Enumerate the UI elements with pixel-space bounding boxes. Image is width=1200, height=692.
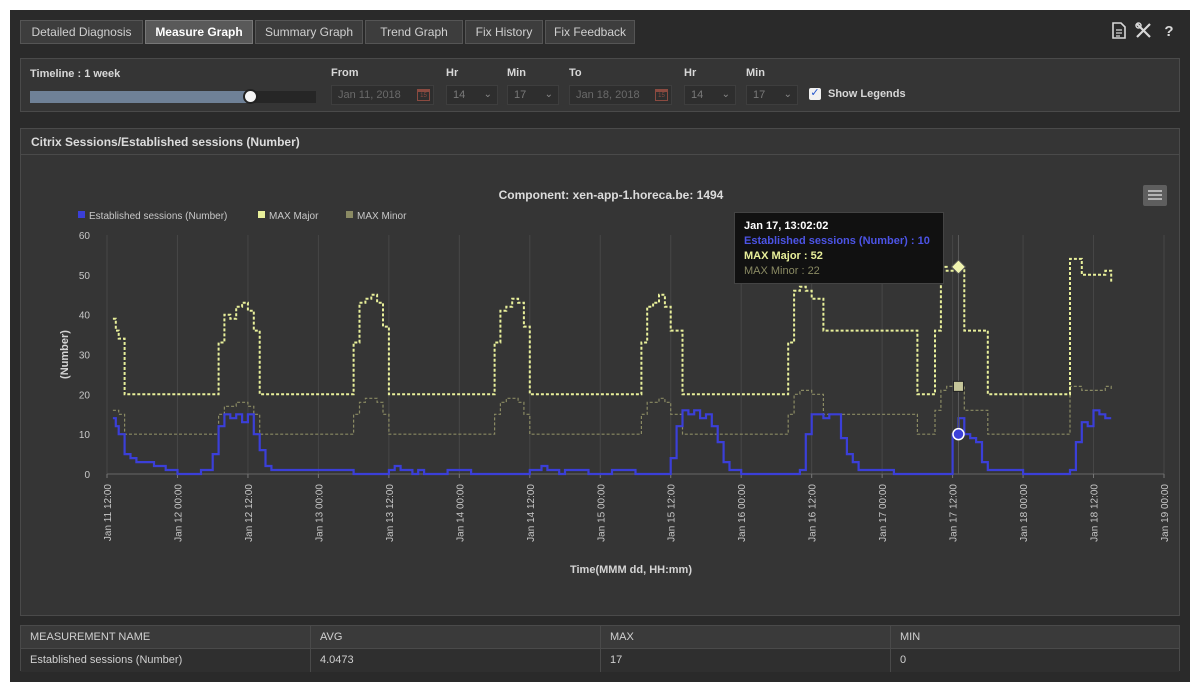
from-hour-select[interactable]: 14 ⌄	[446, 85, 498, 105]
tooltip-title: Jan 17, 13:02:02	[744, 220, 829, 232]
from-minute-value: 17	[514, 89, 527, 101]
y-tick-label: 20	[79, 390, 91, 401]
x-tick-label: Jan 16 00:00	[737, 484, 748, 542]
series-line-max-major	[112, 257, 1113, 396]
column-header: MEASUREMENT NAME	[21, 626, 311, 649]
legend-item: Established sessions (Number)	[89, 211, 227, 222]
legend-swatch	[258, 211, 265, 218]
chevron-down-icon: ⌄	[721, 89, 730, 100]
to-date-value: Jan 18, 2018	[576, 89, 640, 101]
x-tick-label: Jan 12 00:00	[173, 484, 184, 542]
x-tick-label: Jan 13 00:00	[314, 484, 325, 542]
app-window: Detailed Diagnosis Measure Graph Summary…	[10, 10, 1190, 682]
timeline-panel: Timeline : 1 week From Jan 11, 2018 15 H…	[20, 58, 1180, 112]
table-cell: 0	[900, 654, 907, 666]
chevron-down-icon: ⌄	[783, 89, 792, 100]
x-tick-label: Jan 15 00:00	[596, 484, 607, 542]
to-hr-label: Hr	[684, 67, 697, 79]
timeline-slider-handle[interactable]	[243, 89, 259, 104]
hover-point-max-minor	[952, 380, 964, 392]
x-tick-label: Jan 18 12:00	[1090, 484, 1101, 542]
legend-item: MAX Major	[269, 211, 319, 222]
tab-detailed-diagnosis[interactable]: Detailed Diagnosis	[20, 20, 143, 44]
y-tick-label: 50	[79, 271, 91, 282]
x-tick-label: Jan 17 00:00	[878, 484, 889, 542]
y-tick-label: 10	[79, 430, 91, 441]
to-date-input[interactable]: Jan 18, 2018 15	[569, 85, 672, 105]
to-hour-select[interactable]: 14 ⌄	[684, 85, 736, 105]
chart-menu-icon[interactable]	[1143, 185, 1167, 206]
timeline-slider-fill	[30, 91, 251, 103]
x-tick-label: Jan 13 12:00	[385, 484, 396, 542]
to-min-label: Min	[746, 67, 765, 79]
tab-measure-graph[interactable]: Measure Graph	[145, 20, 253, 44]
tab-summary-graph[interactable]: Summary Graph	[255, 20, 363, 44]
table-header-row: MEASUREMENT NAME AVG MAX MIN	[21, 626, 1179, 649]
calendar-icon[interactable]: 15	[417, 89, 430, 101]
timeline-slider[interactable]	[30, 89, 316, 104]
x-tick-label: Jan 19 00:00	[1160, 484, 1171, 542]
to-minute-value: 17	[753, 89, 766, 101]
from-minute-select[interactable]: 17 ⌄	[507, 85, 559, 105]
y-tick-label: 0	[84, 470, 90, 481]
x-axis-title: Time(MMM dd, HH:mm)	[570, 564, 692, 576]
table-cell: 17	[601, 649, 891, 672]
help-icon[interactable]: ?	[1160, 22, 1178, 42]
y-tick-label: 30	[79, 351, 91, 362]
x-tick-label: Jan 17 12:00	[949, 484, 960, 542]
from-min-label: Min	[507, 67, 526, 79]
show-legends-checkbox[interactable]: ✓	[809, 88, 821, 100]
timeline-label: Timeline : 1 week	[30, 68, 121, 80]
tooltip-max-major: MAX Major : 52	[744, 250, 823, 262]
y-tick-label: 60	[79, 231, 91, 242]
x-tick-label: Jan 14 12:00	[526, 484, 537, 542]
from-date-value: Jan 11, 2018	[338, 89, 401, 101]
column-header: AVG	[311, 626, 601, 649]
series-line-established-sessions	[112, 409, 1112, 476]
summary-table: MEASUREMENT NAME AVG MAX MIN Established…	[20, 625, 1180, 672]
y-axis-title: (Number)	[59, 330, 71, 379]
to-hour-value: 14	[691, 89, 704, 101]
tooltip-sessions: Established sessions (Number) : 10	[744, 235, 930, 247]
from-label: From	[331, 67, 359, 79]
chart-title: Component: xen-app-1.horeca.be: 1494	[499, 188, 724, 202]
x-tick-label: Jan 12 12:00	[244, 484, 255, 542]
table-cell: 4.0473	[311, 649, 601, 672]
chart-tooltip: Jan 17, 13:02:02 Established sessions (N…	[734, 212, 944, 284]
to-label: To	[569, 67, 582, 79]
x-tick-label: Jan 16 12:00	[808, 484, 819, 542]
chart-panel: Citrix Sessions/Established sessions (Nu…	[20, 128, 1180, 616]
legend-item: MAX Minor	[357, 211, 407, 222]
to-minute-select[interactable]: 17 ⌄	[746, 85, 798, 105]
y-tick-label: 40	[79, 311, 91, 322]
x-tick-label: Jan 14 00:00	[455, 484, 466, 542]
tooltip-max-minor: MAX Minor : 22	[744, 265, 820, 277]
table-row: Established sessions (Number) 4.0473 17 …	[21, 649, 1179, 672]
hover-point-sessions	[952, 427, 965, 441]
measure-chart: Component: xen-app-1.horeca.be: 1494 Esta…	[59, 188, 1171, 576]
tools-icon[interactable]	[1134, 22, 1152, 42]
from-date-input[interactable]: Jan 11, 2018 15	[331, 85, 434, 105]
chevron-down-icon: ⌄	[544, 89, 553, 100]
column-header: MIN	[900, 631, 921, 643]
x-tick-label: Jan 18 00:00	[1019, 484, 1030, 542]
tab-fix-feedback[interactable]: Fix Feedback	[545, 20, 635, 44]
tab-bar: Detailed Diagnosis Measure Graph Summary…	[20, 20, 1180, 44]
column-header: MAX	[601, 626, 891, 649]
x-tick-label: Jan 15 12:00	[667, 484, 678, 542]
table-cell: Established sessions (Number)	[21, 649, 311, 672]
tab-trend-graph[interactable]: Trend Graph	[365, 20, 463, 44]
x-tick-label: Jan 11 12:00	[103, 484, 114, 542]
legend-swatch	[346, 211, 353, 218]
document-icon[interactable]	[1110, 22, 1128, 42]
tab-fix-history[interactable]: Fix History	[465, 20, 543, 44]
calendar-icon[interactable]: 15	[655, 89, 668, 101]
from-hour-value: 14	[453, 89, 466, 101]
show-legends-label: Show Legends	[828, 88, 906, 100]
from-hr-label: Hr	[446, 67, 459, 79]
legend-swatch	[78, 211, 85, 218]
chevron-down-icon: ⌄	[483, 89, 492, 100]
